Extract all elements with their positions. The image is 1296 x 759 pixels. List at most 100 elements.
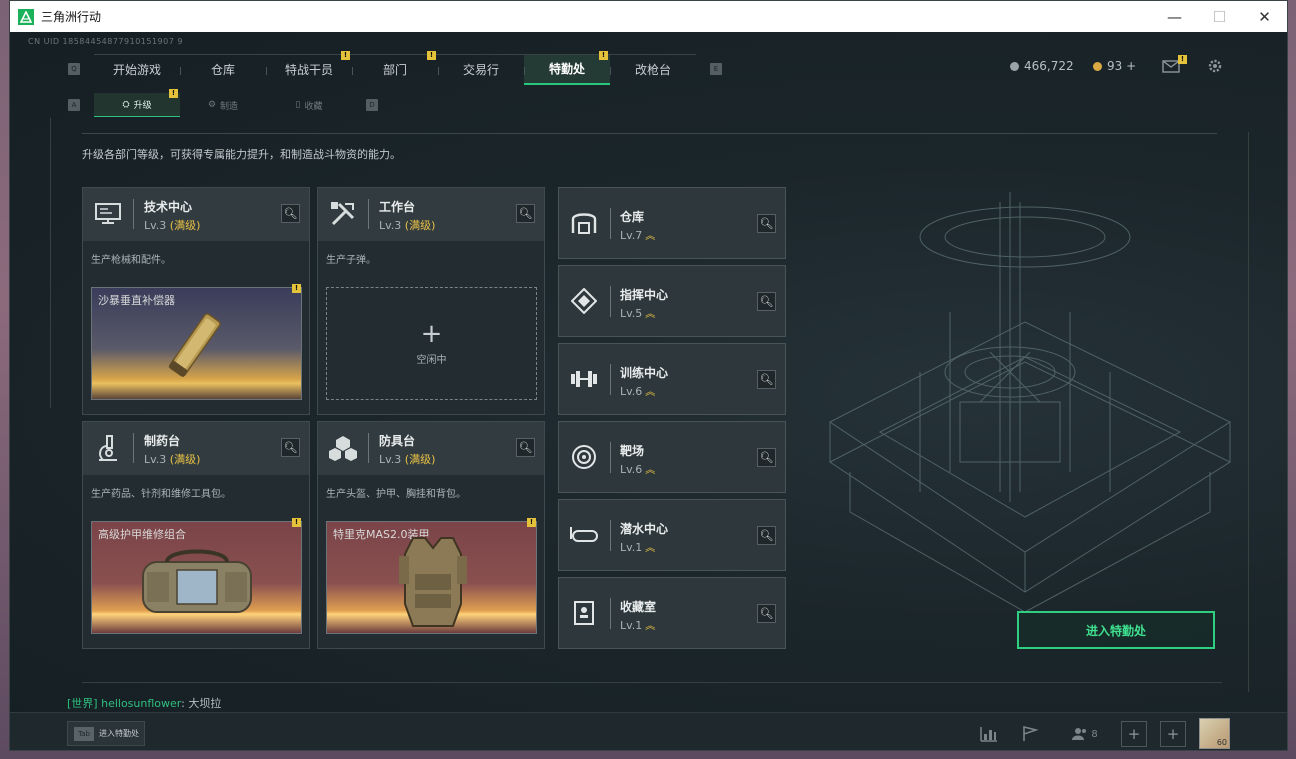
workshop-level: Lv.3 (满级) xyxy=(379,219,436,232)
search-icon[interactable]: 🔍︎ xyxy=(757,526,776,545)
search-icon[interactable]: 🔍︎ xyxy=(757,604,776,623)
workshop-card-pharmacy[interactable]: 制药台 Lv.3 (满级) 🔍︎ 生产药品、针剂和维修工具包。 高级护甲维修组合… xyxy=(82,421,310,649)
search-icon[interactable]: 🔍︎ xyxy=(516,438,535,457)
facility-level: Lv.5 ︽ xyxy=(620,307,656,320)
workshop-description: 生产头盔、护甲、胸挂和背包。 xyxy=(326,489,466,500)
chat-message: 大坝拉 xyxy=(188,697,222,710)
workshop-description: 生产药品、针剂和维修工具包。 xyxy=(91,489,231,500)
idle-slot[interactable]: + 空闲中 xyxy=(326,287,537,400)
flag-icon[interactable] xyxy=(1017,721,1043,747)
workshop-description: 生产子弹。 xyxy=(326,255,376,266)
page-description: 升级各部门等级，可获得专属能力提升，和制造战斗物资的能力。 xyxy=(82,148,401,161)
stats-chart-icon[interactable] xyxy=(976,721,1002,747)
add-icon: + xyxy=(420,319,443,349)
gold-coin-icon xyxy=(1093,61,1102,71)
subtab-upgrade[interactable]: ⛭ 升级 ! xyxy=(94,89,180,117)
friends-icon xyxy=(1072,728,1087,740)
tab-gunsmith[interactable]: 改枪台 xyxy=(610,55,696,85)
alert-badge: ! xyxy=(169,89,178,98)
chat-channel: [世界] xyxy=(67,697,98,710)
facility-level: Lv.1 ︽ xyxy=(620,541,656,554)
maximize-button[interactable]: ☐ xyxy=(1197,1,1242,32)
tab-warehouse[interactable]: 仓库 xyxy=(180,55,266,85)
tab-special-ops[interactable]: 特勤处! xyxy=(524,50,610,85)
facility-name: 靶场 xyxy=(620,444,645,458)
alert-badge: ! xyxy=(527,518,536,527)
facility-training-center[interactable]: 训练中心 Lv.6 ︽ 🔍︎ xyxy=(558,343,786,415)
sub-nav: A ⛭ 升级 ! ⚙ 制造 ▯ 收藏 D xyxy=(68,89,378,117)
workshop-card-tech-center[interactable]: 技术中心 Lv.3 (满级) 🔍︎ 生产枪械和配件。 沙暴垂直补偿器 ! xyxy=(82,187,310,415)
tab-operators[interactable]: 特战干员! xyxy=(266,50,352,85)
chat-user: hellosunflower xyxy=(101,697,182,710)
silver-currency[interactable]: 466,722 xyxy=(1010,59,1074,73)
facility-diving-center[interactable]: 潜水中心 Lv.1 ︽ 🔍︎ xyxy=(558,499,786,571)
tab-department[interactable]: 部门! xyxy=(352,50,438,85)
facility-command-center[interactable]: 指挥中心 Lv.5 ︽ 🔍︎ xyxy=(558,265,786,337)
upgrade-arrow-icon: ︽ xyxy=(645,231,656,242)
workshop-description: 生产枪械和配件。 xyxy=(91,255,171,266)
subnav-right-key[interactable]: D xyxy=(366,99,378,111)
header-divider xyxy=(82,133,1217,134)
search-icon[interactable]: 🔍︎ xyxy=(281,438,300,457)
add-teammate-button[interactable]: + xyxy=(1160,721,1186,747)
subnav-left-key[interactable]: A xyxy=(68,99,80,111)
world-chat[interactable]: [世界] hellosunflower: 大坝拉 xyxy=(67,695,221,711)
production-item[interactable]: 高级护甲维修组合 xyxy=(91,521,302,634)
friends-button[interactable]: 8 xyxy=(1067,721,1103,747)
facility-collection-room[interactable]: 收藏室 Lv.1 ︽ 🔍︎ xyxy=(558,577,786,649)
tab-shortcut-hint[interactable]: Tab 进入特勤处 xyxy=(67,721,145,746)
game-viewport: CN UID 18584454877910151907 9 Q 开始游戏 仓库 … xyxy=(10,32,1287,750)
tab-department-label: 部门 xyxy=(382,63,407,77)
search-icon[interactable]: 🔍︎ xyxy=(757,448,776,467)
tab-hint-text: 进入特勤处 xyxy=(99,729,139,738)
nav-left-key[interactable]: Q xyxy=(68,63,80,75)
tools-icon xyxy=(327,199,359,229)
silver-amount: 466,722 xyxy=(1024,59,1074,73)
frame-line xyxy=(50,118,51,408)
add-teammate-button[interactable]: + xyxy=(1121,721,1147,747)
subtab-craft[interactable]: ⚙ 制造 xyxy=(180,93,266,117)
player-avatar[interactable]: 60 xyxy=(1199,718,1230,749)
workshop-name: 防具台 xyxy=(379,434,416,448)
workshop-level: Lv.3 (满级) xyxy=(379,453,436,466)
monitor-icon xyxy=(92,199,124,229)
collection-icon: ▯ xyxy=(295,100,301,110)
gold-currency[interactable]: 93 + xyxy=(1093,59,1136,73)
tab-market[interactable]: 交易行 xyxy=(438,55,524,85)
tab-start-game[interactable]: 开始游戏 xyxy=(94,55,180,85)
target-icon xyxy=(569,442,599,472)
uid-label: CN UID 18584454877910151907 9 xyxy=(28,37,183,46)
search-icon[interactable]: 🔍︎ xyxy=(757,292,776,311)
workshop-card-armor-bench[interactable]: 防具台 Lv.3 (满级) 🔍︎ 生产头盔、护甲、胸挂和背包。 特里克MAS2.… xyxy=(317,421,545,649)
tab-operators-label: 特战干员 xyxy=(284,63,333,77)
enter-special-ops-button[interactable]: 进入特勤处 xyxy=(1017,611,1215,649)
search-icon[interactable]: 🔍︎ xyxy=(516,204,535,223)
nav-right-key[interactable]: E xyxy=(710,63,722,75)
base-wireframe-illustration xyxy=(829,192,1232,613)
workshop-card-workbench[interactable]: 工作台 Lv.3 (满级) 🔍︎ 生产子弹。 + 空闲中 xyxy=(317,187,545,415)
minimize-button[interactable]: — xyxy=(1152,1,1197,32)
search-icon[interactable]: 🔍︎ xyxy=(757,214,776,233)
close-button[interactable]: ✕ xyxy=(1242,1,1287,32)
upgrade-icon: ⛭ xyxy=(122,99,130,110)
production-item[interactable]: 沙暴垂直补偿器 xyxy=(91,287,302,400)
facility-shooting-range[interactable]: 靶场 Lv.6 ︽ 🔍︎ xyxy=(558,421,786,493)
bottom-bar: Tab 进入特勤处 8 + + 60 xyxy=(10,712,1287,750)
upgrade-arrow-icon: ︽ xyxy=(645,309,656,320)
cubes-icon xyxy=(327,433,359,463)
subtab-collection[interactable]: ▯ 收藏 xyxy=(266,93,352,117)
workshop-name: 制药台 xyxy=(144,434,181,448)
app-window: 三角洲行动 — ☐ ✕ CN UID 18584454877910151907 … xyxy=(9,0,1288,751)
app-logo-icon xyxy=(18,8,34,25)
mail-icon[interactable]: ! xyxy=(1161,55,1187,75)
armor-vest-image xyxy=(399,537,467,627)
search-icon[interactable]: 🔍︎ xyxy=(281,204,300,223)
gold-amount: 93 + xyxy=(1107,59,1137,73)
facility-name: 潜水中心 xyxy=(620,522,669,536)
facility-warehouse[interactable]: 仓库 Lv.7 ︽ 🔍︎ xyxy=(558,187,786,259)
production-item[interactable]: 特里克MAS2.0装甲 xyxy=(326,521,537,634)
settings-gear-icon[interactable] xyxy=(1205,57,1225,75)
upgrade-arrow-icon: ︽ xyxy=(645,465,656,476)
search-icon[interactable]: 🔍︎ xyxy=(757,370,776,389)
upgrade-arrow-icon: ︽ xyxy=(645,387,656,398)
